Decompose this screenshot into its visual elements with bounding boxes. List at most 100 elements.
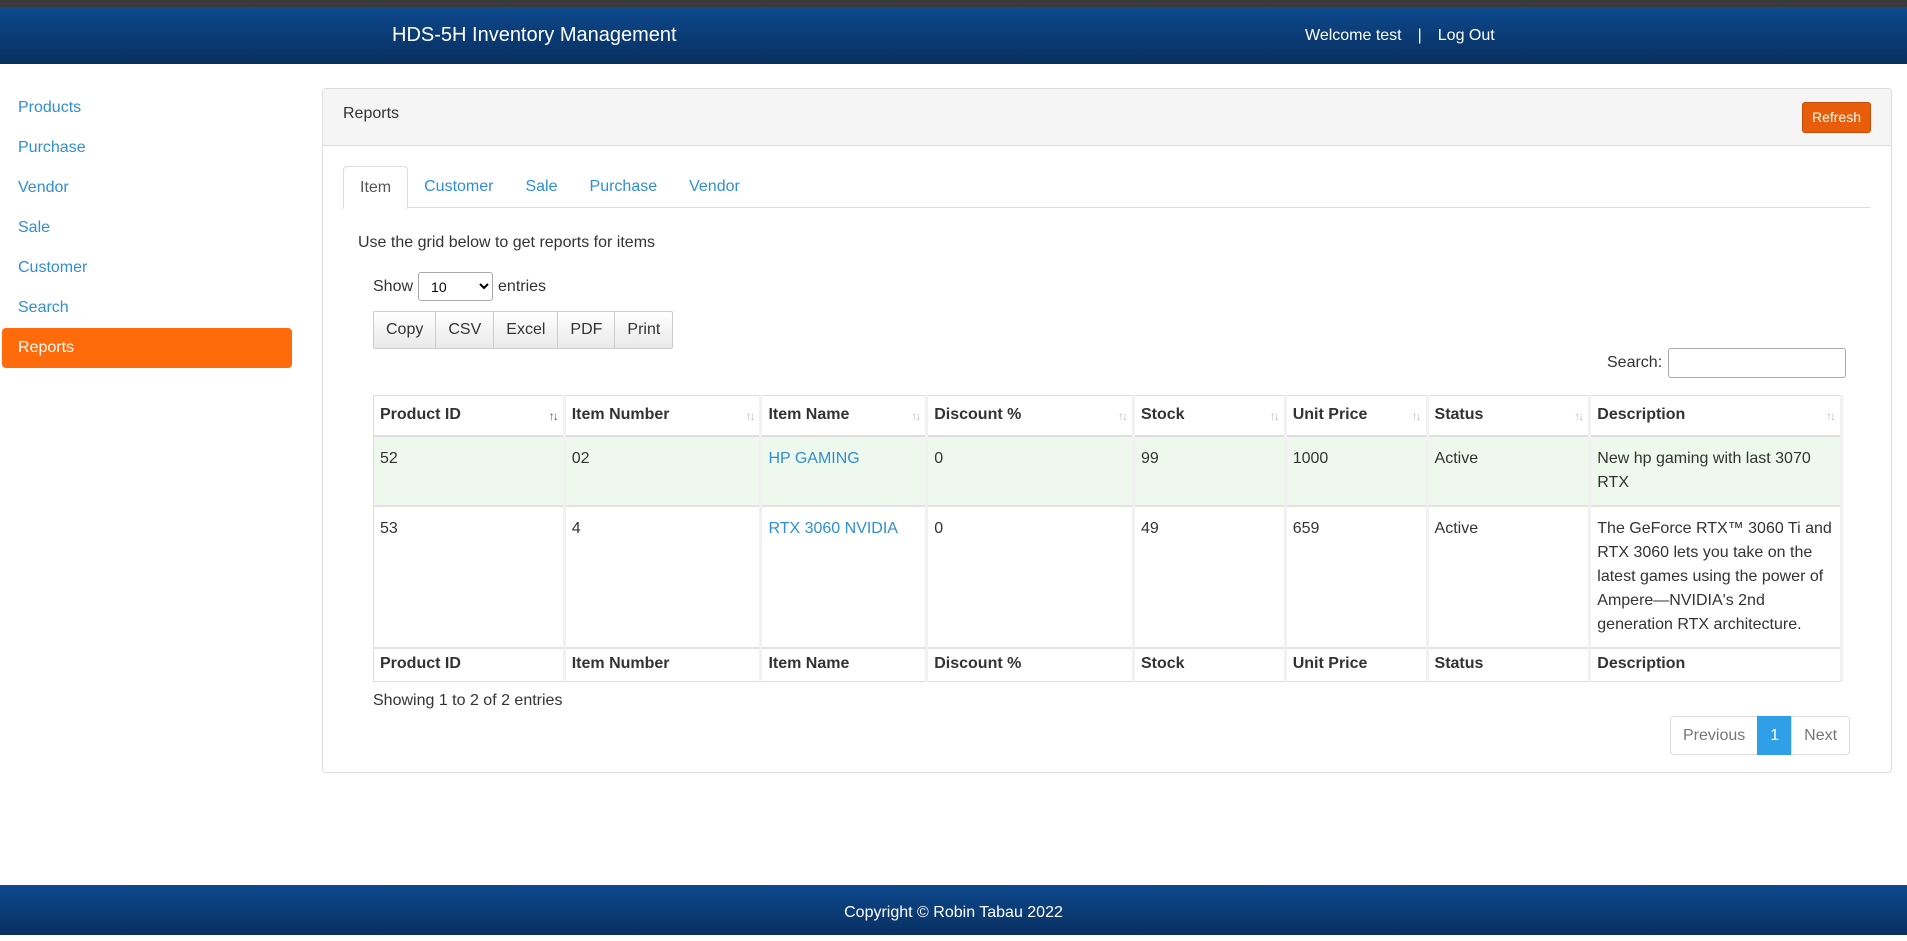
sort-icon: ↑↓: [1269, 409, 1280, 423]
next-page-button[interactable]: Next: [1791, 716, 1851, 755]
column-header-label: Product ID: [380, 406, 461, 423]
footer-label-item-name: Item Name: [760, 647, 929, 682]
item-name-link[interactable]: HP GAMING: [768, 450, 859, 467]
top-navbar: HDS-5H Inventory Management Welcome test…: [0, 7, 1907, 64]
table-row[interactable]: 52 02 HP GAMING 0 99 1000 Active New hp …: [373, 435, 1843, 507]
cell-unit-price: 659: [1285, 505, 1429, 649]
cell-item-name: RTX 3060 NVIDIA: [760, 505, 929, 649]
report-tabs: Item Customer Sale Purchase Vendor: [343, 166, 1871, 209]
entries-select[interactable]: 10: [418, 272, 494, 301]
column-header-label: Stock: [1140, 406, 1185, 423]
footer-label-discount: Discount %: [926, 647, 1135, 682]
column-header-label: Discount %: [934, 406, 1022, 423]
items-report-table: Product ID ↑↓ Item Number ↑↓ Item Name ↑↓ D…: [373, 395, 1843, 682]
pdf-button[interactable]: PDF: [557, 311, 616, 349]
show-label: Show: [373, 277, 414, 295]
sort-icon: ↑↓: [548, 409, 559, 423]
column-header-product-id[interactable]: Product ID ↑↓: [373, 395, 566, 437]
column-header-label: Unit Price: [1292, 406, 1368, 423]
page-footer: Copyright © Robin Tabau 2022: [0, 885, 1907, 935]
footer-label-item-number: Item Number: [564, 647, 763, 682]
excel-button[interactable]: Excel: [493, 311, 559, 349]
table-footer-row: Product ID Item Number Item Name Discoun…: [373, 647, 1843, 682]
tab-customer[interactable]: Customer: [408, 166, 509, 208]
table-info: Showing 1 to 2 of 2 entries: [373, 692, 563, 709]
column-header-description[interactable]: Description ↑↓: [1589, 395, 1843, 437]
sidebar-item-products[interactable]: Products: [2, 88, 292, 128]
search-label: Search:: [1607, 354, 1663, 371]
sidebar-item-sale[interactable]: Sale: [2, 208, 292, 248]
cell-unit-price: 1000: [1285, 435, 1429, 507]
user-nav: Welcome test | Log Out: [1305, 27, 1495, 45]
sort-icon: ↑↓: [1826, 409, 1836, 423]
table-header-row: Product ID ↑↓ Item Number ↑↓ Item Name ↑↓ D…: [373, 395, 1843, 437]
entries-length-control: Show 10 entries: [373, 272, 546, 301]
table-row[interactable]: 53 4 RTX 3060 NVIDIA 0 49 659 Active The…: [373, 505, 1843, 649]
welcome-text: Welcome test: [1305, 27, 1402, 44]
sort-icon: ↑↓: [745, 409, 755, 423]
sort-icon: ↑↓: [911, 409, 921, 423]
column-header-discount[interactable]: Discount % ↑↓: [926, 395, 1135, 437]
sidebar-item-search[interactable]: Search: [2, 288, 292, 328]
search-input[interactable]: [1668, 348, 1847, 378]
cell-product-id: 52: [373, 435, 566, 507]
brand-title[interactable]: HDS-5H Inventory Management: [392, 24, 677, 47]
entries-label: entries: [498, 277, 547, 295]
copyright-text: Copyright © Robin Tabau 2022: [844, 904, 1063, 921]
sidebar-item-purchase[interactable]: Purchase: [2, 128, 292, 168]
column-header-status[interactable]: Status ↑↓: [1427, 395, 1592, 437]
column-header-stock[interactable]: Stock ↑↓: [1133, 395, 1287, 437]
cell-stock: 49: [1133, 505, 1287, 649]
cell-discount: 0: [926, 505, 1135, 649]
tab-sale[interactable]: Sale: [509, 166, 573, 208]
footer-label-stock: Stock: [1133, 647, 1287, 682]
cell-status: Active: [1427, 505, 1592, 649]
cell-item-number: 02: [564, 435, 763, 507]
browser-top-strip: [0, 0, 1907, 7]
tab-purchase[interactable]: Purchase: [574, 166, 674, 208]
logout-link[interactable]: Log Out: [1438, 27, 1495, 45]
sidebar: Products Purchase Vendor Sale Customer S…: [2, 88, 292, 368]
csv-button[interactable]: CSV: [435, 311, 495, 349]
nav-separator: |: [1417, 27, 1422, 44]
column-header-label: Item Name: [768, 406, 850, 423]
sidebar-item-vendor[interactable]: Vendor: [2, 168, 292, 208]
footer-label-description: Description: [1589, 647, 1843, 682]
page-1-button[interactable]: 1: [1757, 716, 1793, 755]
table-search: Search:: [1607, 348, 1847, 378]
cell-item-number: 4: [564, 505, 763, 649]
column-header-label: Item Number: [571, 406, 670, 423]
footer-label-status: Status: [1427, 647, 1592, 682]
sort-icon: ↑↓: [1574, 409, 1584, 423]
pagination: Previous 1 Next: [1670, 716, 1851, 755]
previous-page-button[interactable]: Previous: [1670, 716, 1759, 755]
cell-stock: 99: [1133, 435, 1287, 507]
export-button-group: Copy CSV Excel PDF Print: [373, 311, 674, 349]
item-name-link[interactable]: RTX 3060 NVIDIA: [768, 520, 898, 537]
column-header-item-name[interactable]: Item Name ↑↓: [760, 395, 929, 437]
sort-icon: ↑↓: [1411, 409, 1422, 423]
cell-status: Active: [1427, 435, 1592, 507]
cell-description: The GeForce RTX™ 3060 Ti and RTX 3060 le…: [1589, 505, 1843, 649]
sort-icon: ↑↓: [1117, 409, 1128, 423]
tab-vendor[interactable]: Vendor: [673, 166, 756, 208]
footer-label-product-id: Product ID: [373, 647, 566, 682]
cell-discount: 0: [926, 435, 1135, 507]
intro-text: Use the grid below to get reports for it…: [358, 234, 656, 251]
cell-item-name: HP GAMING: [760, 435, 929, 507]
tab-item[interactable]: Item: [343, 166, 409, 209]
refresh-button[interactable]: Refresh: [1801, 102, 1871, 133]
column-header-item-number[interactable]: Item Number ↑↓: [564, 395, 763, 437]
column-header-label: Description: [1597, 406, 1686, 423]
sidebar-item-customer[interactable]: Customer: [2, 248, 292, 288]
sidebar-item-reports[interactable]: Reports: [2, 328, 292, 368]
copy-button[interactable]: Copy: [373, 311, 437, 349]
panel-title: Reports: [343, 105, 400, 122]
reports-panel: Reports Refresh Item Customer Sale Purch…: [322, 88, 1892, 773]
panel-heading: Reports Refresh: [323, 89, 1891, 146]
column-header-unit-price[interactable]: Unit Price ↑↓: [1285, 395, 1429, 437]
print-button[interactable]: Print: [614, 311, 674, 349]
cell-description: New hp gaming with last 3070 RTX: [1589, 435, 1843, 507]
footer-label-unit-price: Unit Price: [1285, 647, 1429, 682]
cell-product-id: 53: [373, 505, 566, 649]
